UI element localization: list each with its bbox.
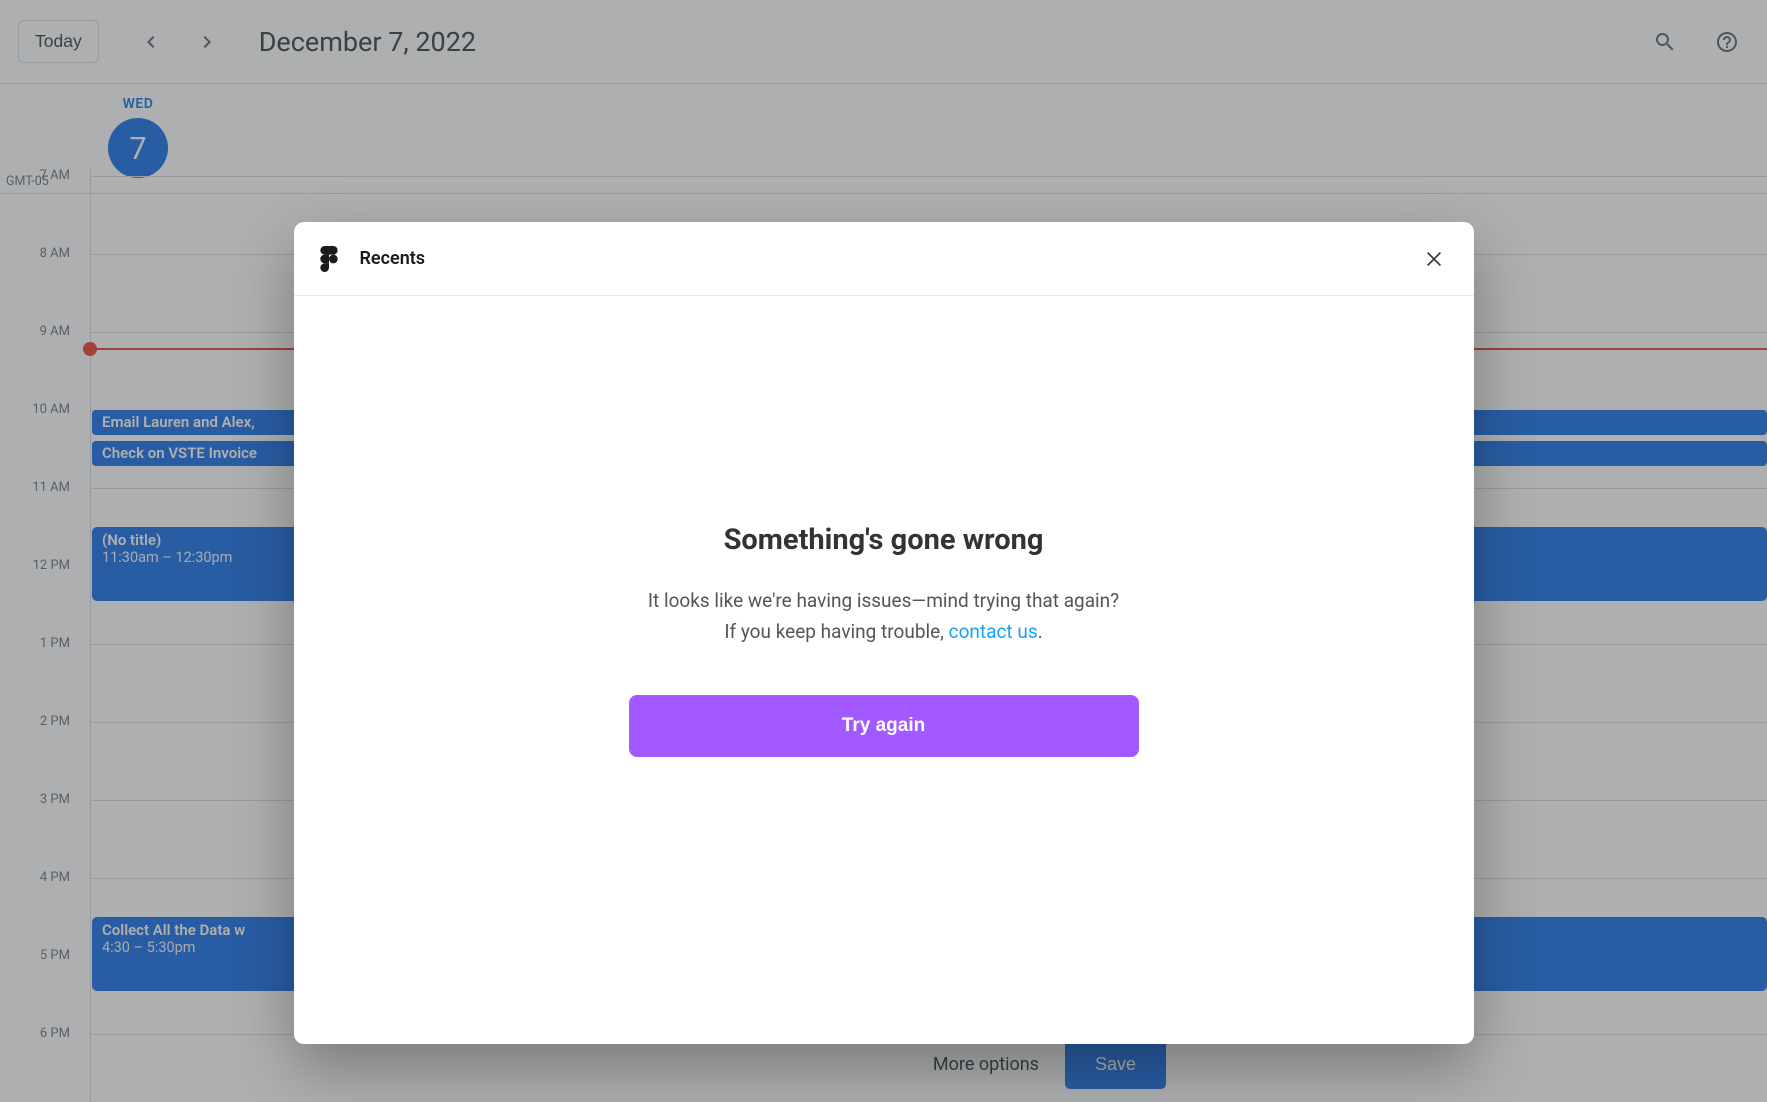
close-icon xyxy=(1423,248,1445,270)
error-text-2: . xyxy=(1038,620,1043,643)
try-again-button[interactable]: Try again xyxy=(629,695,1139,757)
modal-header: Recents xyxy=(294,222,1474,296)
modal-overlay[interactable]: Recents Something's gone wrong It looks … xyxy=(0,0,1767,1102)
error-message: It looks like we're having issues—mind t… xyxy=(644,585,1124,648)
error-title: Something's gone wrong xyxy=(724,523,1044,557)
contact-us-link[interactable]: contact us xyxy=(949,620,1038,643)
figma-logo-icon xyxy=(320,246,338,272)
close-button[interactable] xyxy=(1420,245,1448,273)
modal-body: Something's gone wrong It looks like we'… xyxy=(294,296,1474,1044)
error-text-1: It looks like we're having issues—mind t… xyxy=(648,589,1119,643)
figma-recents-modal: Recents Something's gone wrong It looks … xyxy=(294,222,1474,1044)
app-root: Today December 7, 2022 WED 7 GMT-05 xyxy=(0,0,1767,1102)
modal-title: Recents xyxy=(360,248,426,269)
